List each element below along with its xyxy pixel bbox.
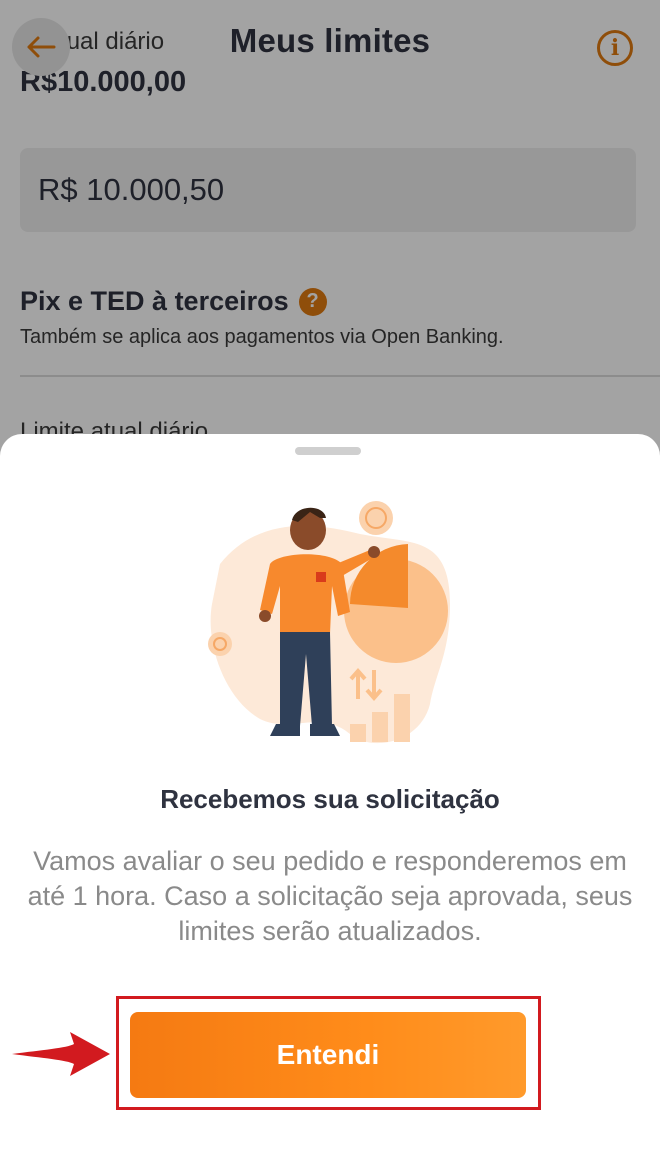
sheet-title: Recebemos sua solicitação bbox=[160, 784, 500, 814]
sheet-description: Vamos avaliar o seu pedido e responderem… bbox=[27, 846, 633, 946]
pointer-arrow-icon bbox=[12, 1032, 110, 1076]
request-received-illustration bbox=[208, 501, 450, 744]
highlight-box bbox=[116, 996, 541, 1110]
sheet-drag-handle[interactable] bbox=[295, 447, 361, 455]
